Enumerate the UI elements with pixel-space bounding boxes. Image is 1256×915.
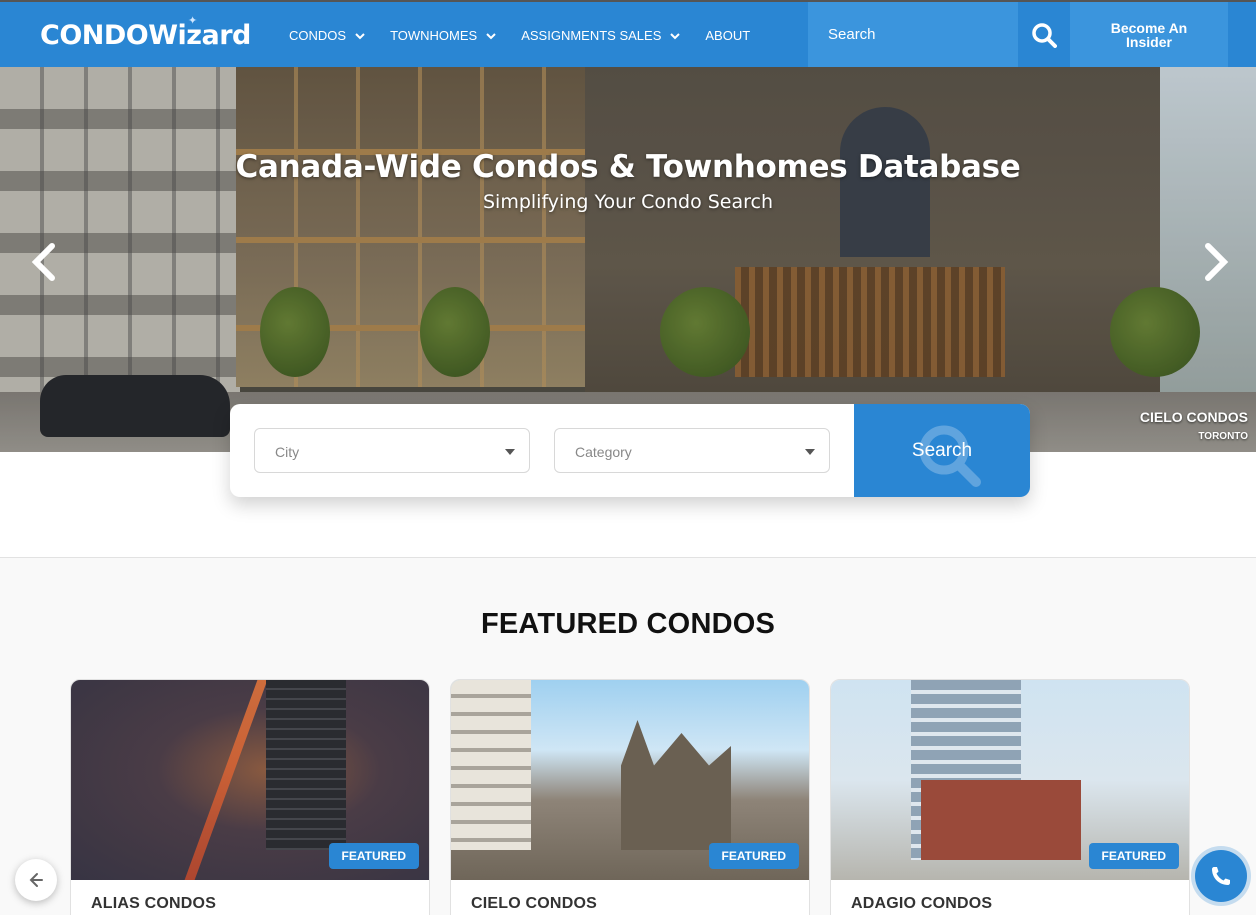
- slide-caption-city: TORONTO: [1198, 431, 1248, 442]
- nav-item-about[interactable]: ABOUT: [705, 28, 750, 43]
- nav-label-condos: CONDOS: [289, 28, 347, 43]
- chevron-right-icon: [1205, 243, 1229, 281]
- carousel-next-button[interactable]: [1196, 242, 1236, 282]
- nav-item-assignments[interactable]: ASSIGNMENTS SALES: [521, 28, 681, 43]
- condo-card[interactable]: FEATURED CIELO CONDOS: [450, 679, 810, 915]
- featured-badge: FEATURED: [708, 843, 799, 869]
- hero-overlay: [0, 67, 1256, 452]
- slide-caption-name: CIELO CONDOS: [1139, 409, 1248, 425]
- featured-badge: FEATURED: [328, 843, 419, 869]
- header-search-input[interactable]: [808, 2, 1018, 67]
- category-select[interactable]: Category: [554, 428, 830, 473]
- section-title: FEATURED CONDOS: [480, 608, 776, 640]
- become-insider-button[interactable]: Become An Insider: [1070, 2, 1228, 67]
- city-select[interactable]: City: [254, 428, 530, 473]
- condo-card[interactable]: FEATURED ADAGIO CONDOS: [830, 679, 1190, 915]
- property-search-panel: City Category Search: [230, 404, 1030, 497]
- nav-label-townhomes: TOWNHOMES: [390, 28, 478, 43]
- condo-card-name: CIELO CONDOS: [471, 895, 597, 912]
- header-search-button[interactable]: [1018, 2, 1070, 67]
- logo-text: CONDOWizard: [40, 20, 251, 51]
- category-select-label: Category: [575, 444, 632, 460]
- header-search: [808, 2, 1018, 67]
- chevron-down-icon: [486, 32, 496, 39]
- caret-down-icon: [505, 449, 515, 455]
- hero-subtitle: Simplifying Your Condo Search: [482, 191, 774, 213]
- nav-item-condos[interactable]: CONDOS: [289, 28, 366, 43]
- panel-search-label: Search: [911, 439, 973, 461]
- panel-search-button[interactable]: Search: [854, 404, 1030, 497]
- condo-card-name: ALIAS CONDOS: [91, 895, 217, 912]
- chevron-down-icon: [355, 32, 365, 39]
- arrow-left-icon: [29, 873, 43, 887]
- featured-condos-section: FEATURED CONDOS FEATURED ALIAS CONDOS FE…: [0, 557, 1256, 915]
- chevron-down-icon: [670, 32, 681, 39]
- city-select-label: City: [275, 444, 300, 460]
- main-nav: CONDOS TOWNHOMES ASSIGNMENTS SALES ABOUT: [289, 28, 774, 43]
- call-button[interactable]: [1195, 850, 1247, 902]
- phone-icon: [1212, 867, 1230, 885]
- nav-item-townhomes[interactable]: TOWNHOMES: [390, 28, 497, 43]
- hero-title: Canada-Wide Condos & Townhomes Database: [235, 149, 1021, 185]
- scroll-back-button[interactable]: [15, 859, 57, 901]
- hero-carousel: Canada-Wide Condos & Townhomes Database …: [0, 67, 1256, 452]
- nav-label-assignments: ASSIGNMENTS SALES: [521, 28, 662, 43]
- featured-badge: FEATURED: [1088, 843, 1179, 869]
- caret-down-icon: [805, 449, 815, 455]
- nav-label-about: ABOUT: [705, 28, 751, 43]
- carousel-prev-button[interactable]: [24, 242, 64, 282]
- site-logo[interactable]: CONDOWizard ✦: [40, 14, 251, 51]
- condo-card[interactable]: FEATURED ALIAS CONDOS: [70, 679, 430, 915]
- chevron-left-icon: [31, 243, 55, 281]
- condo-card-name: ADAGIO CONDOS: [851, 895, 993, 912]
- top-navbar: CONDOWizard ✦ CONDOS TOWNHOMES ASSIGNMEN…: [0, 0, 1256, 67]
- sparkle-icon: ✦: [188, 14, 197, 27]
- search-icon: [1032, 22, 1057, 48]
